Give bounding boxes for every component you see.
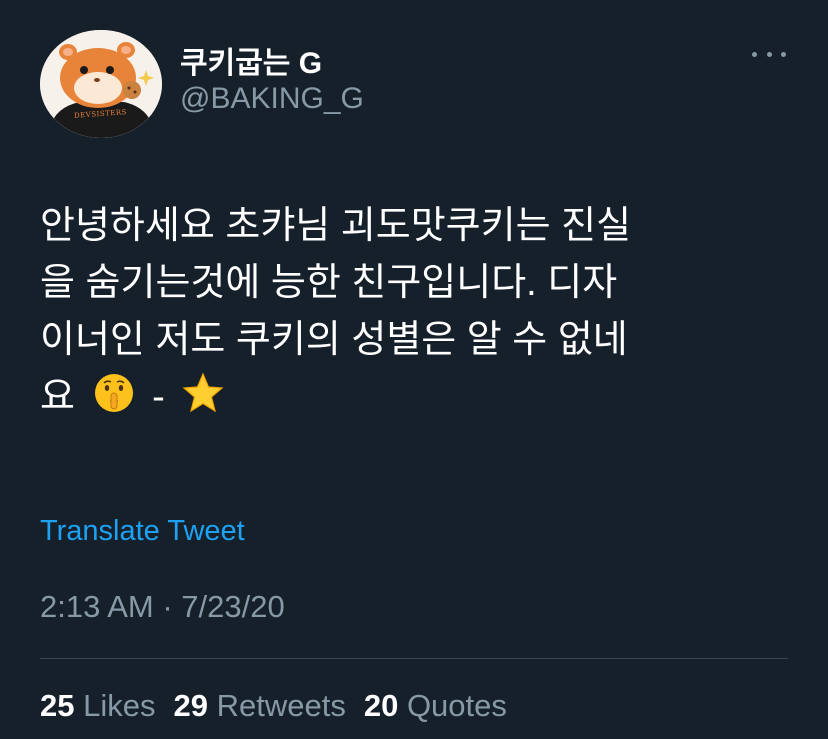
likes-stat[interactable]: 25 Likes	[40, 688, 155, 724]
quotes-stat[interactable]: 20 Quotes	[364, 688, 507, 724]
author-handle[interactable]: @BAKING_G	[180, 82, 364, 116]
likes-label: Likes	[83, 688, 156, 723]
retweets-stat[interactable]: 29 Retweets	[173, 688, 345, 724]
more-dot	[766, 51, 772, 57]
tweet-text-line: 이너인 저도 쿠키의 성별은 알 수 없네	[40, 319, 628, 361]
tweet-timestamp[interactable]: 2:13 AM · 7/23/20	[40, 589, 285, 625]
retweets-label: Retweets	[216, 688, 346, 723]
author-display-name[interactable]: 쿠키굽는 G	[180, 38, 322, 82]
tweet-text: 안녕하세요 초캬님 괴도맛쿠키는 진실 을 숨기는것에 능한 친구입니다. 디자…	[40, 198, 800, 426]
more-dot	[752, 51, 757, 57]
tweet-text-line-last: 요 -	[40, 369, 800, 426]
author-avatar[interactable]: DEVSISTERS	[40, 30, 162, 138]
quotes-count: 20	[363, 688, 399, 723]
tweet-text-line: 안녕하세요 초캬님 괴도맛쿠키는 진실	[40, 205, 632, 247]
tweet-text-line: 을 숨기는것에 능한 친구입니다. 디자	[40, 262, 618, 304]
more-dot	[781, 51, 786, 57]
likes-count: 25	[40, 688, 75, 723]
more-horizontal-icon[interactable]	[752, 44, 786, 64]
hamster-avatar-icon	[40, 30, 162, 138]
star-emoji	[182, 372, 224, 413]
tweet-detail: DEVSISTERS 쿠키굽는 G @BAKING_G 안녕하세요 초캬님 괴도…	[0, 0, 828, 739]
quotes-label: Quotes	[406, 688, 507, 723]
tweet-stats: 25 Likes 29 Retweets 20 Quotes	[40, 688, 507, 724]
shushing-face-emoji	[94, 374, 133, 412]
retweets-count: 29	[173, 688, 208, 723]
translate-tweet-link[interactable]: Translate Tweet	[40, 515, 245, 548]
tweet-text-dash: -	[152, 376, 165, 418]
divider	[40, 658, 788, 659]
tweet-text-fragment: 요	[40, 376, 75, 418]
